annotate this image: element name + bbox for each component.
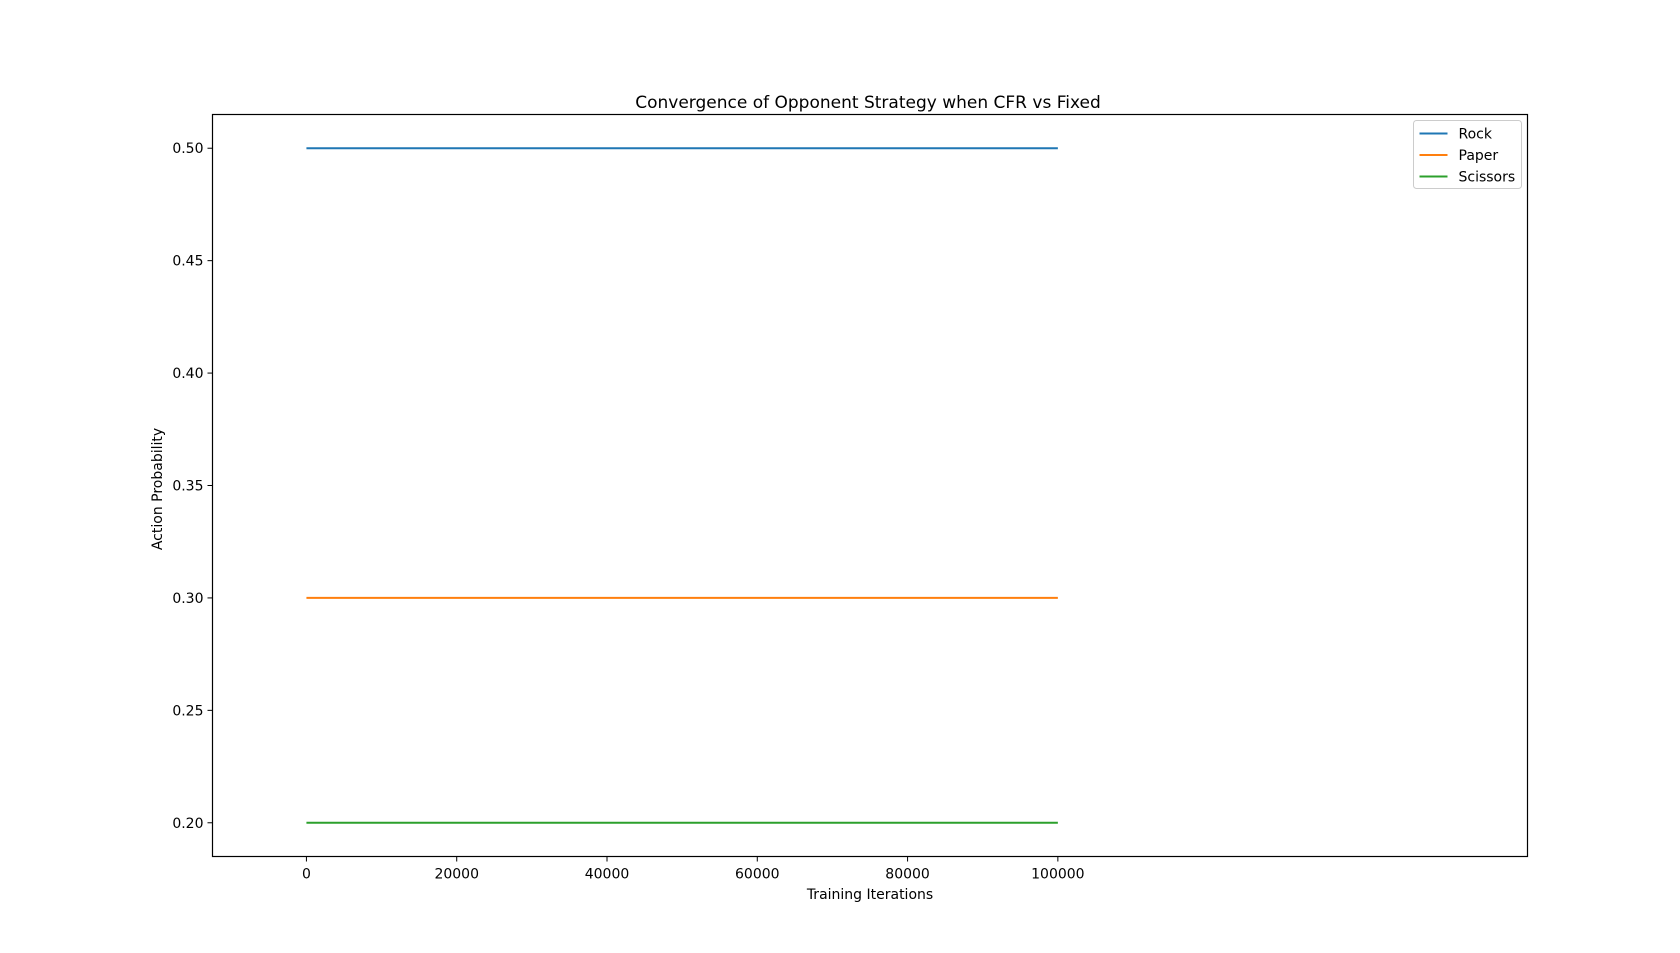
- y-tick-label: 0.45: [172, 254, 203, 270]
- x-tick-label: 100000: [1031, 867, 1084, 883]
- y-tick-label: 0.25: [172, 703, 203, 719]
- y-tick-label: 0.30: [172, 591, 203, 607]
- x-tick-label: 60000: [735, 867, 780, 883]
- y-tick-label: 0.35: [172, 479, 203, 495]
- y-tick-label: 0.40: [172, 366, 203, 382]
- y-tick-label: 0.20: [172, 816, 203, 832]
- y-axis-label: Action Probability: [150, 428, 166, 550]
- legend-label-scissors: Scissors: [1459, 170, 1516, 186]
- x-tick-label: 20000: [434, 867, 479, 883]
- legend: Rock Paper Scissors: [1413, 120, 1522, 189]
- x-tick-label: 0: [302, 867, 311, 883]
- legend-label-paper: Paper: [1459, 148, 1499, 164]
- chart-title: Convergence of Opponent Strategy when CF…: [635, 93, 1101, 113]
- x-axis-label: Training Iterations: [806, 887, 933, 903]
- chart: Convergence of Opponent Strategy when CF…: [0, 0, 1680, 953]
- legend-label-rock: Rock: [1459, 127, 1493, 143]
- x-tick-label: 40000: [585, 867, 630, 883]
- x-tick-label: 80000: [885, 867, 930, 883]
- y-tick-label: 0.50: [172, 141, 203, 157]
